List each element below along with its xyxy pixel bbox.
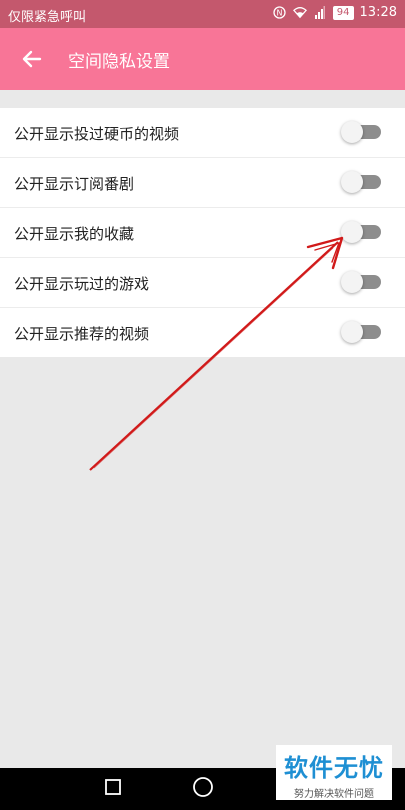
home-icon [192,776,214,802]
watermark-subtitle: 努力解决软件问题 [294,789,374,800]
recents-icon [104,778,122,800]
watermark-title: 软件无忧 [284,754,384,782]
home-button[interactable] [190,768,216,810]
recents-button[interactable] [100,768,126,810]
watermark: 软件无忧 努力解决软件问题 [276,745,392,800]
annotation-arrow [89,236,344,471]
